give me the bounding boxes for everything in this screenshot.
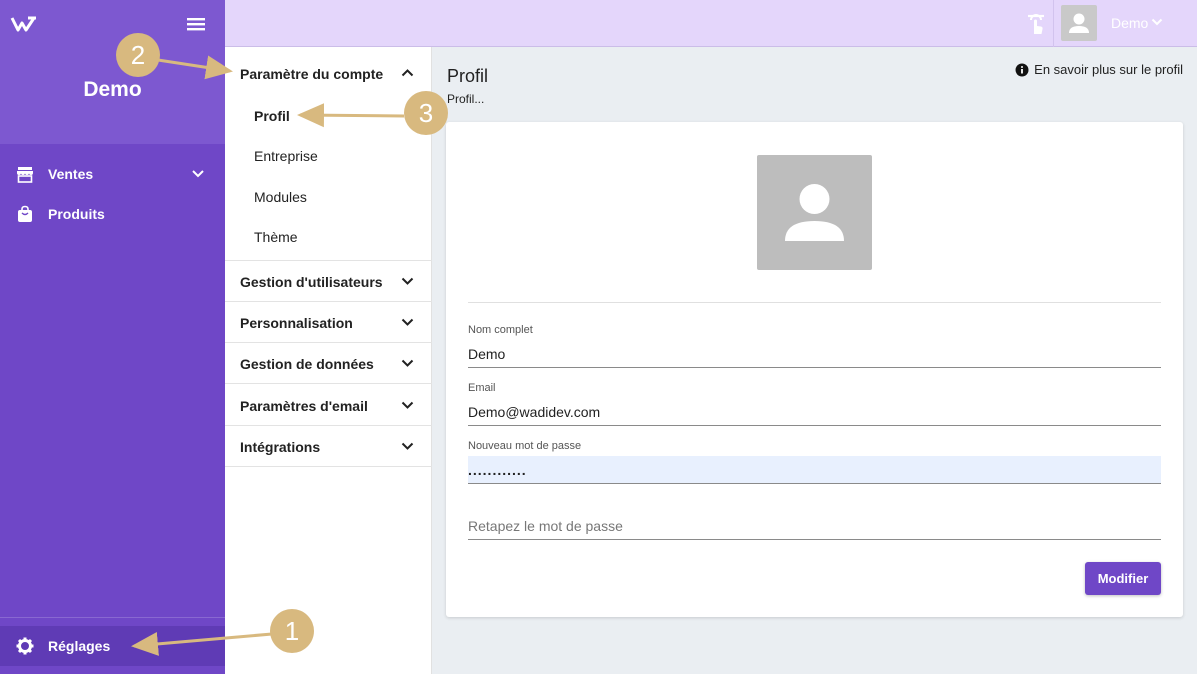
main-content: Profil Profil... En savoir plus sur le p… (432, 47, 1197, 674)
repeat-password-field (468, 512, 1161, 540)
menu-section-label: Gestion de données (240, 356, 374, 372)
menu-icon[interactable] (186, 16, 206, 32)
sidebar-item-label: Produits (48, 206, 105, 222)
annotation-badge: 1 (270, 609, 314, 653)
annotation-badge: 3 (404, 91, 448, 135)
breadcrumb: Profil... (447, 92, 485, 106)
brand-name: Demo (83, 78, 142, 101)
sidebar-brand: Demo (0, 0, 225, 144)
menu-item-entreprise[interactable]: Entreprise (254, 148, 318, 164)
touch-icon[interactable] (1025, 12, 1047, 36)
menu-section-personnalisation[interactable]: Personnalisation (225, 302, 432, 343)
chevron-down-icon[interactable] (1151, 17, 1163, 27)
sidebar-item-label: Réglages (48, 638, 111, 654)
new-password-input[interactable] (468, 456, 1161, 484)
new-password-field: Nouveau mot de passe (468, 440, 1161, 484)
top-bar: Demo (225, 0, 1197, 47)
new-password-label: Nouveau mot de passe (468, 440, 582, 452)
sidebar-item-reglages[interactable]: Réglages (0, 626, 225, 666)
full-name-input[interactable] (468, 340, 1161, 368)
email-field: Email (468, 382, 1161, 426)
modify-button[interactable]: Modifier (1085, 562, 1161, 595)
user-icon (785, 184, 844, 241)
menu-section-label: Paramètres d'email (240, 398, 368, 414)
page-title: Profil (447, 66, 489, 86)
full-name-field: Nom complet (468, 324, 1161, 368)
menu-section-integrations[interactable]: Intégrations (225, 426, 432, 467)
sidebar-item-produits[interactable]: Produits (0, 194, 225, 234)
chevron-down-icon (192, 170, 204, 178)
menu-section-email[interactable]: Paramètres d'email (225, 385, 432, 426)
user-name[interactable]: Demo (1111, 15, 1148, 31)
chevron-up-icon (401, 69, 414, 77)
profile-card: Nom complet Email Nouveau mot de passe M… (446, 122, 1183, 617)
chevron-down-icon (401, 442, 414, 450)
gear-icon (16, 637, 34, 655)
menu-item-theme[interactable]: Thème (254, 229, 298, 245)
learn-more-label: En savoir plus sur le profil (1034, 62, 1183, 77)
topbar-divider (1053, 0, 1054, 47)
menu-section-utilisateurs[interactable]: Gestion d'utilisateurs (225, 261, 432, 302)
menu-section-compte[interactable]: Paramètre du compte (225, 53, 432, 94)
avatar[interactable] (1061, 5, 1097, 41)
menu-item-modules[interactable]: Modules (254, 189, 307, 205)
menu-section-donnees[interactable]: Gestion de données (225, 343, 432, 384)
chevron-down-icon (401, 401, 414, 409)
chevron-down-icon (401, 318, 414, 326)
chevron-down-icon (401, 277, 414, 285)
sidebar-item-label: Ventes (48, 166, 94, 182)
annotation-badge: 2 (116, 33, 160, 77)
store-icon (17, 167, 33, 183)
profile-photo[interactable] (757, 155, 872, 270)
sidebar-divider (0, 617, 225, 618)
menu-section-label: Paramètre du compte (240, 66, 384, 82)
shopping-bag-icon (18, 205, 32, 222)
menu-section-label: Gestion d'utilisateurs (240, 274, 383, 290)
learn-more-link[interactable]: En savoir plus sur le profil (1015, 62, 1183, 77)
settings-menu: Paramètre du compte Profil Entreprise Mo… (225, 47, 432, 674)
card-divider (468, 302, 1161, 303)
repeat-password-input[interactable] (468, 512, 1161, 540)
menu-divider (225, 383, 432, 384)
menu-section-label: Personnalisation (240, 315, 353, 331)
info-icon (1015, 63, 1029, 76)
user-icon (1069, 13, 1089, 33)
menu-item-profil[interactable]: Profil (254, 108, 290, 124)
sidebar-item-ventes[interactable]: Ventes (0, 154, 225, 194)
email-input[interactable] (468, 398, 1161, 426)
menu-section-label: Intégrations (240, 439, 321, 455)
menu-divider (225, 466, 432, 467)
full-name-label: Nom complet (468, 324, 533, 336)
logo-icon (10, 16, 36, 32)
chevron-down-icon (401, 359, 414, 367)
email-label: Email (468, 382, 496, 394)
sidebar: Demo Ventes Produits Réglages (0, 0, 225, 674)
